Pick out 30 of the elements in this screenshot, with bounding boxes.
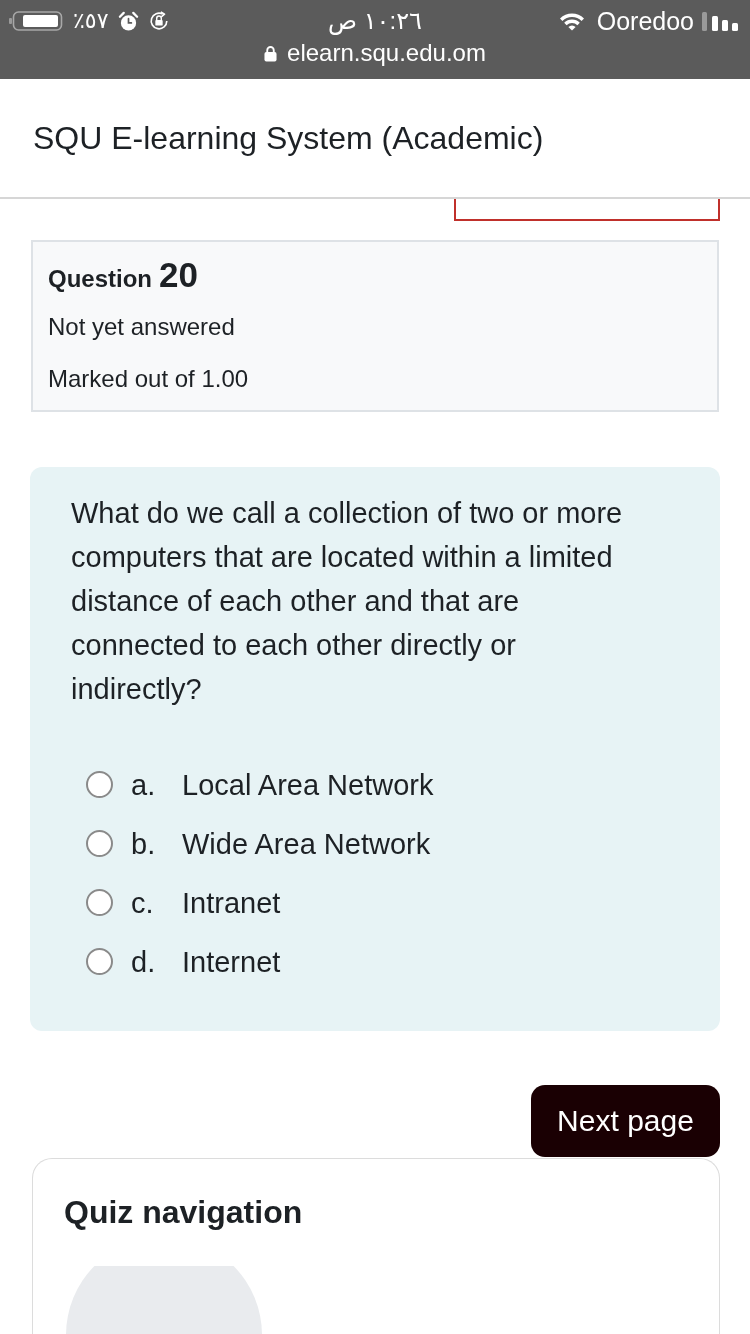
signal-bars-icon xyxy=(702,11,738,31)
option-letter: b. xyxy=(131,826,157,862)
radio-button[interactable] xyxy=(86,889,113,916)
alarm-clock-icon xyxy=(118,10,140,32)
option-label[interactable]: Wide Area Network xyxy=(182,825,431,862)
option-label[interactable]: Intranet xyxy=(182,884,281,921)
radio-button[interactable] xyxy=(86,830,113,857)
site-title[interactable]: SQU E-learning System (Academic) xyxy=(33,119,544,157)
radio-button[interactable] xyxy=(86,771,113,798)
lock-icon xyxy=(264,44,278,62)
question-text: What do we call a collection of two or more computers that are located within a limited distance of each other and that are connected to each other directly or indirectly? xyxy=(71,496,624,707)
quiz-navigation-title: Quiz navigation xyxy=(64,1193,303,1232)
battery-percentage: ٪٥٧ xyxy=(73,7,109,35)
battery-icon xyxy=(9,11,63,31)
radio-button[interactable] xyxy=(86,948,113,975)
wifi-icon xyxy=(558,11,585,31)
question-number: 20 xyxy=(159,255,198,295)
rotation-lock-icon xyxy=(148,10,171,32)
option-letter: d. xyxy=(131,944,157,980)
option-letter: c. xyxy=(131,885,155,921)
option-letter: a. xyxy=(131,767,157,803)
page-url[interactable]: elearn.squ.edu.om xyxy=(287,39,486,67)
next-page-button[interactable]: Next page xyxy=(531,1085,720,1157)
option-label[interactable]: Internet xyxy=(182,943,281,980)
question-state: Not yet answered xyxy=(48,312,235,342)
question-label: Question xyxy=(48,264,152,294)
carrier-name: Ooredoo xyxy=(596,7,694,35)
clock-time: ١٠:٢٦ ص xyxy=(328,7,422,35)
option-label[interactable]: Local Area Network xyxy=(182,766,434,803)
question-grade: Marked out of 1.00 xyxy=(48,364,249,394)
